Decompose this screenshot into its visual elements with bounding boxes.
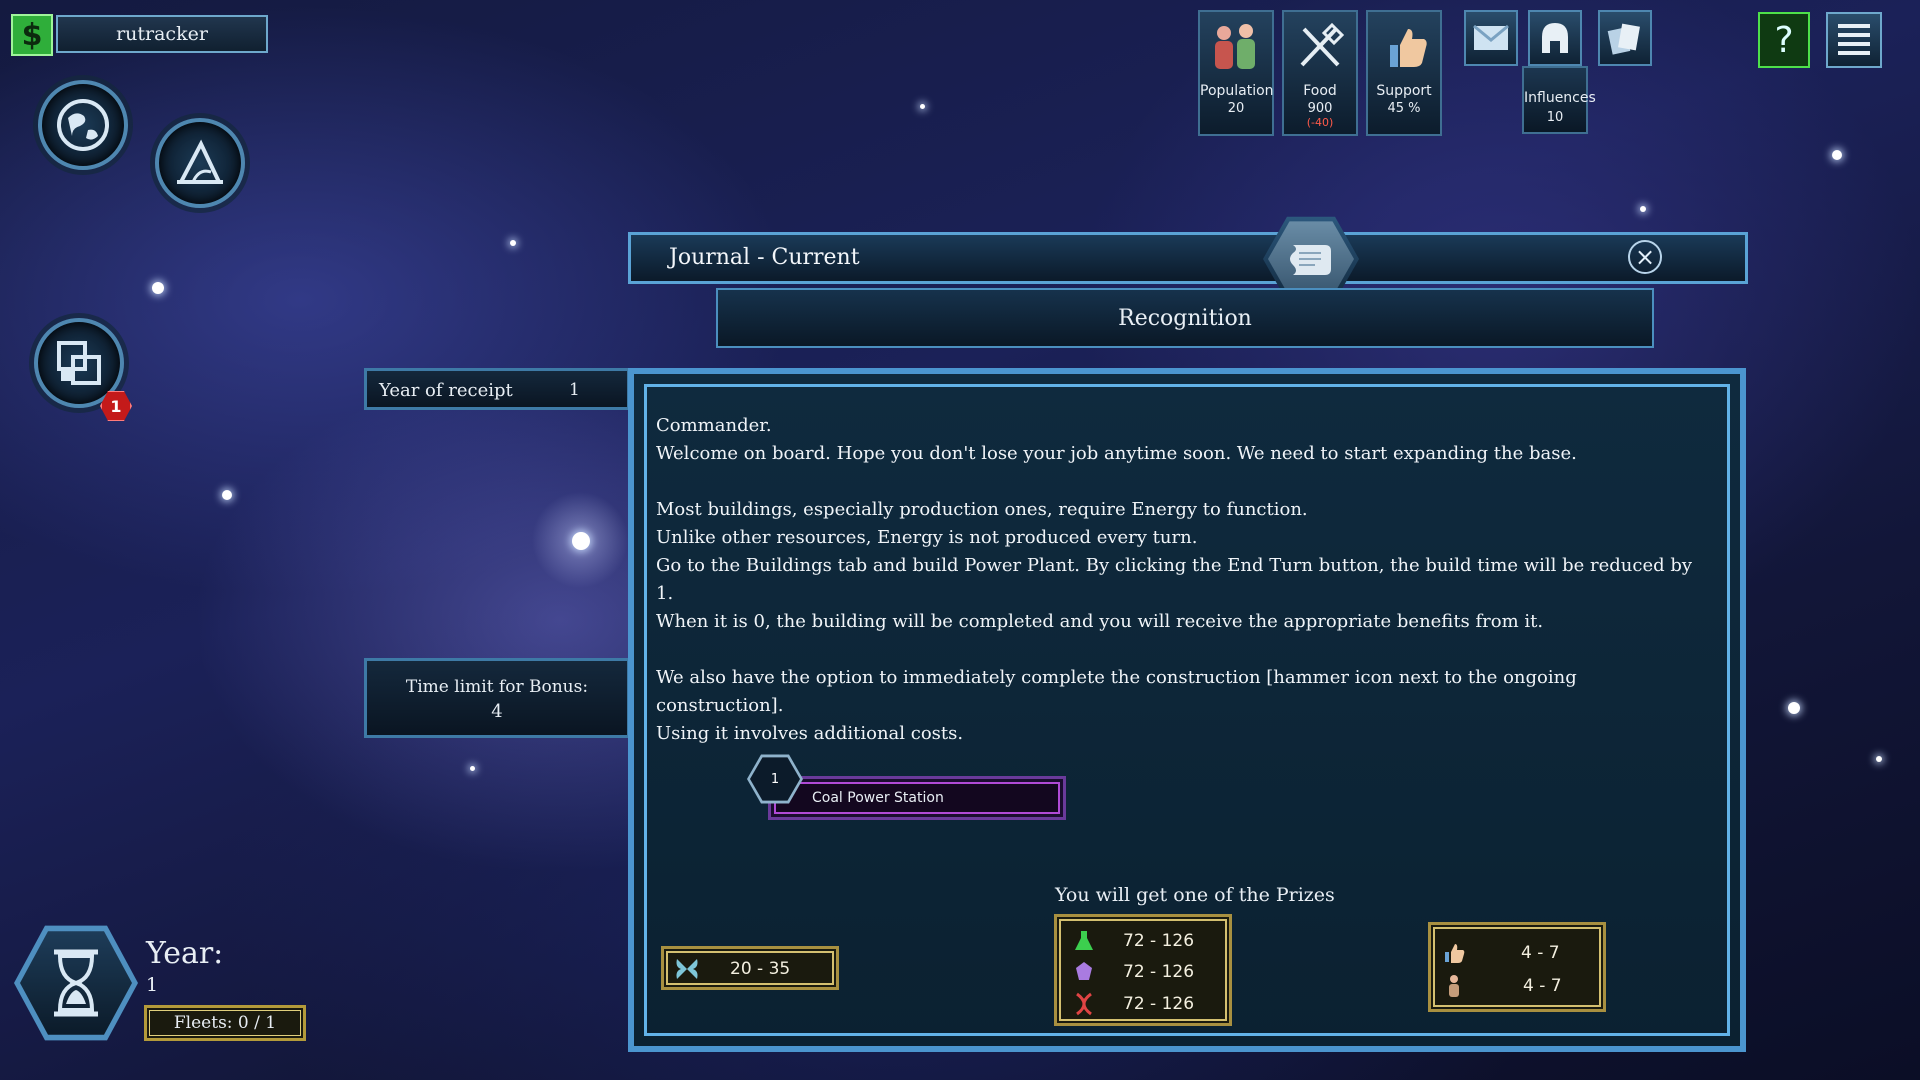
dna-icon: [1071, 992, 1097, 1016]
time-limit-value: 4: [491, 701, 503, 722]
dollar-icon: $: [21, 17, 43, 53]
main-menu-button[interactable]: [1826, 12, 1882, 68]
star: [470, 766, 475, 771]
journal-line: [656, 468, 1706, 496]
task-coal-power-station[interactable]: Coal Power Station: [768, 776, 1066, 820]
planet-button[interactable]: [38, 80, 128, 170]
cards-icon: [1607, 23, 1640, 55]
buildings-icon: [57, 341, 101, 385]
quest-title: Recognition: [716, 288, 1654, 348]
journal-title: Journal - Current: [669, 245, 860, 270]
journal-line: Welcome on board. Hope you don't lose yo…: [656, 443, 1577, 464]
task-name: Coal Power Station: [774, 782, 1060, 814]
mail-icon: [1473, 24, 1509, 50]
cards-button[interactable]: [1598, 10, 1652, 66]
prize-value: 72 - 126: [1123, 931, 1195, 951]
close-button[interactable]: ×: [1628, 240, 1662, 274]
butterfly-icon: [674, 957, 700, 981]
star: [1876, 756, 1882, 762]
influences-value: 10: [1546, 110, 1564, 125]
year-label: Year:: [146, 936, 224, 971]
star: [1640, 206, 1646, 212]
year-value: 1: [146, 974, 159, 996]
journal-line: Unlike other resources, Energy is not pr…: [656, 527, 1198, 548]
money-button[interactable]: $: [11, 14, 53, 56]
support-value: 45 %: [1387, 101, 1421, 116]
fleets-counter[interactable]: Fleets: 0 / 1: [144, 1005, 306, 1041]
journal-line: Using it involves additional costs.: [656, 723, 964, 744]
year-of-receipt-label: Year of receipt: [379, 380, 513, 401]
journal-line: Commander.: [656, 415, 772, 436]
population-label: Population: [1200, 83, 1274, 99]
help-button[interactable]: ?: [1758, 12, 1810, 68]
star: [222, 490, 232, 500]
scroll-icon: [1290, 245, 1331, 275]
journal-line: Most buildings, especially production on…: [656, 499, 1308, 520]
star: [572, 532, 590, 550]
prize-value: 72 - 126: [1123, 962, 1195, 982]
food-change: (-40): [1306, 116, 1334, 129]
mail-button[interactable]: [1464, 10, 1518, 66]
journal-line: [656, 636, 1706, 664]
journal-line: When it is 0, the building will be compl…: [656, 611, 1544, 632]
star: [920, 104, 925, 109]
star: [1788, 702, 1800, 714]
crystal-icon: [1071, 960, 1097, 984]
helmet-icon: [1542, 23, 1568, 53]
prize-value: 4 - 7: [1523, 976, 1562, 996]
fork-knife-icon: [1300, 22, 1345, 67]
compass-icon: [177, 139, 223, 184]
population-value: 20: [1227, 101, 1245, 116]
prize-social-box[interactable]: 4 - 7 4 - 7: [1428, 922, 1606, 1012]
food-label: Food: [1303, 83, 1337, 99]
thumbs-up-icon: [1390, 29, 1427, 67]
prize-resources-box[interactable]: 72 - 126 72 - 126 72 - 126: [1054, 914, 1232, 1026]
journal-header: Journal - Current: [628, 232, 1748, 284]
star: [510, 240, 516, 246]
influences-button[interactable]: [1528, 10, 1582, 66]
journal-line: We also have the option to immediately c…: [656, 667, 1577, 716]
people-icon: [1215, 24, 1255, 69]
year-of-receipt-value: 1: [569, 380, 580, 400]
prize-value: 4 - 7: [1521, 943, 1560, 963]
star: [152, 282, 164, 294]
planet-icon: [57, 99, 109, 151]
support-stat[interactable]: Support 45 %: [1366, 10, 1442, 136]
year-of-receipt-box: Year of receipt 1: [364, 368, 630, 410]
prize-value: 72 - 126: [1123, 994, 1195, 1014]
flask-icon: [1071, 929, 1097, 953]
main-reward-value: 20 - 35: [730, 959, 791, 979]
research-button[interactable]: [155, 118, 245, 208]
main-reward-box: 20 - 35: [661, 946, 839, 990]
journal-line: Go to the Buildings tab and build Power …: [656, 555, 1693, 604]
hourglass-icon: [54, 949, 98, 1017]
influences-label: Influences: [1524, 90, 1596, 106]
prizes-title: You will get one of the Prizes: [1055, 884, 1335, 906]
time-limit-label: Time limit for Bonus:: [405, 677, 589, 697]
population-stat[interactable]: Population 20: [1198, 10, 1274, 136]
person-icon: [1441, 974, 1467, 998]
star: [1832, 150, 1842, 160]
influences-stat[interactable]: Influences 10: [1522, 66, 1596, 134]
hamburger-menu-icon: [1838, 24, 1870, 55]
journal-text: Commander. Welcome on board. Hope you do…: [656, 412, 1706, 748]
player-name: rutracker: [56, 15, 268, 53]
support-label: Support: [1376, 83, 1432, 99]
food-stat[interactable]: Food 900 (-40): [1282, 10, 1358, 136]
thumbs-up-icon: [1441, 941, 1467, 965]
time-limit-box: Time limit for Bonus: 4: [364, 658, 630, 738]
